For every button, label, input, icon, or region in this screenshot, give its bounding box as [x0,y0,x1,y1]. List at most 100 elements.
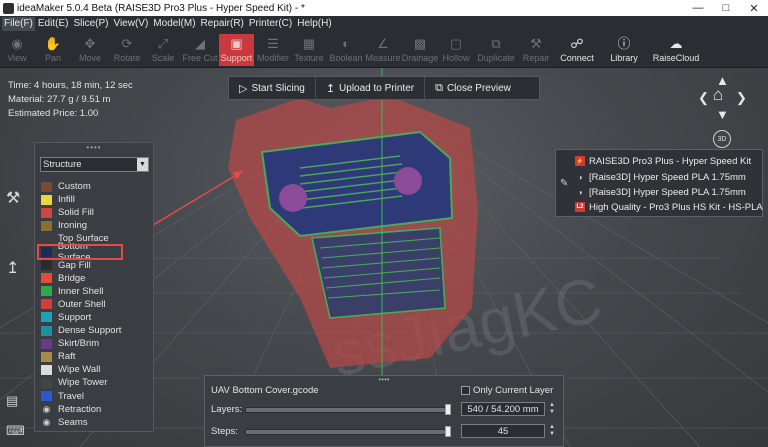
close-preview-button[interactable]: ⧉ Close Preview [425,77,521,99]
boolean-tool[interactable]: ◐ Boolean [329,34,363,66]
slice-action-bar: ▷ Start Slicing ↥ Upload to Printer ⧉ Cl… [228,76,540,100]
hand-icon: ✋ [44,36,62,51]
color-swatch [41,299,52,310]
legend-item-label: Retraction [58,403,102,415]
support-tool[interactable]: ▣ Support [219,34,254,66]
legend-item[interactable]: Gap Fill [35,259,153,272]
legend-item-label: Support [58,311,92,323]
profile-popup: ✎ ⚡ RAISE3D Pro3 Plus - Hyper Speed Kit … [555,149,763,217]
color-swatch [41,220,52,231]
legend-item[interactable]: Travel [35,390,153,403]
legend-item[interactable]: Outer Shell [35,298,153,311]
quality-label: High Quality - Pro3 Plus HS Kit - HS-PLA [589,201,763,213]
steps-value[interactable]: 45 [461,424,545,438]
free-cut-label: Free Cut [182,53,218,63]
legend-item[interactable]: Infill [35,193,153,206]
menu-repair[interactable]: Repair(R) [199,17,246,31]
rotate-tool[interactable]: ⟳ Rotate [112,34,142,66]
menu-model[interactable]: Model(M) [151,17,197,31]
pencil-icon[interactable]: ✎ [560,178,568,189]
legend-item[interactable]: Skirt/Brim [35,337,153,350]
layers-slider[interactable] [245,407,451,413]
view-tool[interactable]: ◉ View [4,34,30,66]
filament-profile-2[interactable]: ◑ [Raise3D] Hyper Speed PLA 1.75mm [575,184,746,200]
keyboard-icon[interactable]: ⌨ [6,423,25,439]
modifier-tool[interactable]: ☰ Modifier [256,34,290,66]
repair-tool[interactable]: ⚒ Repair [522,34,550,66]
legend-item[interactable]: ◉ Retraction [35,403,153,416]
drainage-label: Drainage [401,53,439,63]
move-tool[interactable]: ✥ Move [76,34,104,66]
printer-profile-label: RAISE3D Pro3 Plus - Hyper Speed Kit [589,155,752,167]
menu-slice[interactable]: Slice(P) [71,17,110,31]
drainage-tool[interactable]: ▩ Drainage [401,34,439,66]
filament-profile-1[interactable]: ◑ [Raise3D] Hyper Speed PLA 1.75mm [575,169,746,185]
legend-item-label: Gap Fill [58,259,91,271]
color-swatch [41,247,52,258]
legend-item[interactable]: Raft [35,350,153,363]
panel-grip[interactable]: •••• [35,143,153,152]
scale-tool[interactable]: ⤢ Scale [150,34,176,66]
3d-viewport[interactable]: ssJıagKC Time: 4 hours, 18 min, 12 sec M… [0,68,768,447]
menu-edit[interactable]: Edit(E) [36,17,71,31]
legend-item-label: Seams [58,416,88,428]
legend-item[interactable]: Wipe Tower [35,376,153,389]
connect-tool[interactable]: ☍ Connect [560,34,594,66]
eye-icon[interactable]: ◉ [41,417,52,428]
steps-slider[interactable] [245,429,451,435]
maximize-button[interactable]: □ [712,0,740,16]
panel-grip[interactable]: •••• [205,376,563,384]
library-tool[interactable]: ⓘ Library [608,34,640,66]
legend-item[interactable]: Dense Support [35,324,153,337]
export-icon[interactable]: ↥ [6,258,19,278]
raisecloud-label: RaiseCloud [652,53,700,63]
toolbar: ◉ View ✋ Pan ✥ Move ⟳ Rotate ⤢ Scale ◢ F… [0,32,768,68]
menu-printer[interactable]: Printer(C) [247,17,294,31]
measure-tool[interactable]: ∠ Measure [366,34,401,66]
eye-icon[interactable]: ◉ [41,404,52,415]
legend-item[interactable]: Solid Fill [35,206,153,219]
arrow-down-icon[interactable]: ▼ [716,108,729,121]
texture-tool[interactable]: ▦ Texture [294,34,324,66]
raisecloud-tool[interactable]: ☁ RaiseCloud [652,34,700,66]
modifier-icon: ☰ [267,36,279,51]
free-cut-tool[interactable]: ◢ Free Cut [182,34,218,66]
legend-item[interactable]: Ironing [35,219,153,232]
library-label: Library [610,53,638,63]
legend-item[interactable]: ◉ Seams [35,416,153,429]
hollow-tool[interactable]: ▢ Hollow [441,34,471,66]
arrow-left-icon[interactable]: ❮ [698,91,709,104]
layers-value[interactable]: 540 / 54.200 mm [461,402,545,416]
printer-profile[interactable]: ⚡ RAISE3D Pro3 Plus - Hyper Speed Kit [575,153,751,169]
legend-item[interactable]: Bridge [35,272,153,285]
wrench-icon[interactable]: ⚒ [6,188,20,208]
minimize-button[interactable]: — [684,0,712,16]
steps-slider-handle[interactable] [445,426,451,437]
legend-type-dropdown[interactable]: Structure ▼ [40,157,149,172]
legend-item[interactable]: Support [35,311,153,324]
menu-view[interactable]: View(V) [111,17,150,31]
3d-view-icon[interactable]: 3D [713,130,731,148]
wrench-icon: ⚒ [530,36,542,51]
layers-spinner[interactable]: ▲ ▼ [545,402,559,416]
legend-item[interactable]: Custom [35,180,153,193]
legend-item[interactable]: Bottom Surface [37,241,123,263]
print-time: Time: 4 hours, 18 min, 12 sec [8,80,133,91]
legend-item[interactable]: Wipe Wall [35,363,153,376]
start-slicing-button[interactable]: ▷ Start Slicing [229,77,316,99]
layers-slider-handle[interactable] [445,404,451,415]
report-icon[interactable]: ▤ [6,393,18,409]
steps-spinner[interactable]: ▲ ▼ [545,424,559,438]
duplicate-tool[interactable]: ⧉ Duplicate [477,34,515,66]
legend-item[interactable]: Inner Shell [35,285,153,298]
close-preview-icon: ⧉ [435,81,443,94]
home-icon[interactable]: ⌂ [713,86,723,103]
menu-help[interactable]: Help(H) [295,17,333,31]
quality-profile[interactable]: L2 High Quality - Pro3 Plus HS Kit - HS-… [575,199,763,215]
upload-to-printer-button[interactable]: ↥ Upload to Printer [316,77,426,99]
arrow-right-icon[interactable]: ❯ [736,91,747,104]
only-current-layer-checkbox[interactable] [461,386,470,395]
pan-tool[interactable]: ✋ Pan [40,34,66,66]
close-button[interactable]: ✕ [740,0,768,16]
menu-file[interactable]: File(F) [2,17,35,31]
